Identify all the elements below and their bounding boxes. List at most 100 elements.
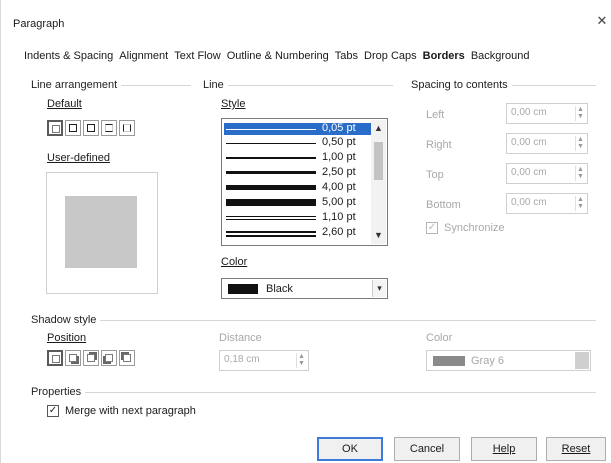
- list-item-label: 5,00 pt: [322, 196, 356, 208]
- list-item[interactable]: 1,10 pt: [224, 211, 371, 224]
- line-sample: [226, 199, 316, 206]
- shadow-color-dropdown[interactable]: Gray 6: [426, 350, 591, 371]
- user-defined-label: User-defined: [47, 152, 110, 164]
- list-item-label: 0,05 pt: [322, 122, 356, 134]
- preview-paragraph: [65, 196, 137, 268]
- line-sample: [226, 231, 316, 233]
- shadow-top-right-icon[interactable]: [83, 350, 99, 366]
- synchronize-checkbox[interactable]: ✓: [426, 222, 438, 234]
- color-swatch: [228, 284, 258, 294]
- default-label: Default: [47, 98, 82, 110]
- properties-divider: [31, 392, 596, 393]
- shadow-distance-label: Distance: [219, 332, 262, 344]
- spacing-bottom-value: 0,00 cm: [511, 197, 547, 208]
- line-sample: [226, 129, 316, 130]
- spacing-top-label: Top: [426, 169, 444, 181]
- spacing-label: Spacing to contents: [411, 79, 512, 91]
- tab-alignment[interactable]: Alignment: [116, 50, 171, 68]
- line-arrangement-label: Line arrangement: [31, 79, 122, 91]
- line-sample: [226, 157, 316, 159]
- chevron-up-icon[interactable]: ▲: [374, 123, 383, 133]
- synchronize-label: Synchronize: [444, 222, 505, 234]
- spinner-icon[interactable]: ▲ ▼: [575, 166, 585, 181]
- spacing-top-field[interactable]: 0,00 cm ▲ ▼: [506, 163, 588, 184]
- shadow-position-presets: [47, 350, 135, 366]
- line-sample: [226, 216, 316, 217]
- spacing-right-value: 0,00 cm: [511, 137, 547, 148]
- tab-tabs[interactable]: Tabs: [332, 50, 361, 68]
- line-style-list[interactable]: 0,05 pt 0,50 pt 1,00 pt 2,50 pt 4,00 pt …: [221, 118, 388, 246]
- chevron-down-icon[interactable]: ▾: [372, 280, 386, 297]
- preset-box-lines-icon[interactable]: [83, 120, 99, 136]
- line-sample-second: [226, 219, 316, 220]
- list-item-label: 0,50 pt: [322, 136, 356, 148]
- shadow-color-label: Color: [426, 332, 453, 344]
- cancel-button[interactable]: Cancel: [394, 437, 460, 461]
- line-color-dropdown[interactable]: Black ▾: [221, 278, 388, 299]
- color-swatch: [433, 356, 465, 366]
- list-item[interactable]: 4,00 pt: [224, 181, 371, 194]
- merge-label: Merge with next paragraph: [65, 405, 196, 417]
- close-icon[interactable]: ✕: [595, 14, 609, 28]
- chevron-down-icon[interactable]: ▼: [374, 230, 383, 240]
- paragraph-dialog: Paragraph ✕ Indents & Spacing Alignment …: [0, 0, 611, 463]
- spacing-left-field[interactable]: 0,00 cm ▲ ▼: [506, 103, 588, 124]
- merge-checkbox[interactable]: ✓: [47, 405, 59, 417]
- spacing-right-label: Right: [426, 139, 452, 151]
- preset-none-icon[interactable]: [47, 120, 63, 136]
- spinner-icon[interactable]: ▲ ▼: [575, 136, 585, 151]
- border-preview[interactable]: [46, 172, 158, 294]
- list-item[interactable]: 1,00 pt: [224, 151, 371, 164]
- shadow-distance-field[interactable]: 0,18 cm ▲ ▼: [219, 350, 309, 371]
- preset-top-bottom-icon[interactable]: [101, 120, 117, 136]
- properties-label: Properties: [31, 386, 86, 398]
- shadow-top-left-icon[interactable]: [119, 350, 135, 366]
- spacing-top-value: 0,00 cm: [511, 167, 547, 178]
- spinner-icon[interactable]: ▲ ▼: [296, 353, 306, 368]
- line-sample: [226, 143, 316, 144]
- tab-text-flow[interactable]: Text Flow: [171, 50, 223, 68]
- line-sample: [226, 171, 316, 174]
- spinner-icon[interactable]: ▲ ▼: [575, 196, 585, 211]
- reset-button[interactable]: Reset: [546, 437, 606, 461]
- tab-drop-caps[interactable]: Drop Caps: [361, 50, 420, 68]
- tab-outline-numbering[interactable]: Outline & Numbering: [224, 50, 332, 68]
- shadow-position-label: Position: [47, 332, 87, 344]
- ok-button[interactable]: OK: [317, 437, 383, 461]
- tab-borders[interactable]: Borders: [420, 50, 468, 68]
- list-item[interactable]: 2,50 pt: [224, 166, 371, 179]
- list-item[interactable]: 0,50 pt: [224, 136, 371, 149]
- spinner-icon[interactable]: ▲ ▼: [575, 106, 585, 121]
- default-presets: [47, 120, 135, 136]
- line-color-value: Black: [266, 283, 293, 295]
- spacing-bottom-label: Bottom: [426, 199, 461, 211]
- dialog-title: Paragraph: [13, 18, 65, 30]
- style-label: Style: [221, 98, 246, 110]
- list-item-label: 2,50 pt: [322, 166, 356, 178]
- list-item-label: 2,60 pt: [322, 226, 356, 238]
- chevron-down-icon[interactable]: [575, 352, 589, 369]
- shadow-bottom-right-icon[interactable]: [65, 350, 81, 366]
- line-divider: [203, 85, 393, 86]
- tab-indents-spacing[interactable]: Indents & Spacing: [21, 50, 116, 68]
- style-list-scrollbar[interactable]: ▲ ▼: [371, 120, 386, 244]
- tab-background[interactable]: Background: [468, 50, 533, 68]
- list-item[interactable]: 2,60 pt: [224, 226, 371, 239]
- spacing-right-field[interactable]: 0,00 cm ▲ ▼: [506, 133, 588, 154]
- help-button[interactable]: Help: [471, 437, 537, 461]
- list-item-label: 1,00 pt: [322, 151, 356, 163]
- shadow-bottom-left-icon[interactable]: [101, 350, 117, 366]
- tab-bar: Indents & Spacing Alignment Text Flow Ou…: [21, 50, 533, 68]
- line-sample: [226, 185, 316, 190]
- preset-left-right-icon[interactable]: [119, 120, 135, 136]
- list-item[interactable]: 0,05 pt: [224, 122, 371, 135]
- scrollbar-thumb[interactable]: [374, 142, 383, 180]
- spacing-bottom-field[interactable]: 0,00 cm ▲ ▼: [506, 193, 588, 214]
- color-label: Color: [221, 256, 248, 268]
- shadow-color-value: Gray 6: [471, 355, 505, 367]
- preset-box-icon[interactable]: [65, 120, 81, 136]
- line-sample-second: [226, 235, 316, 237]
- list-item-label: 4,00 pt: [322, 181, 356, 193]
- list-item[interactable]: 5,00 pt: [224, 196, 371, 209]
- shadow-none-icon[interactable]: [47, 350, 63, 366]
